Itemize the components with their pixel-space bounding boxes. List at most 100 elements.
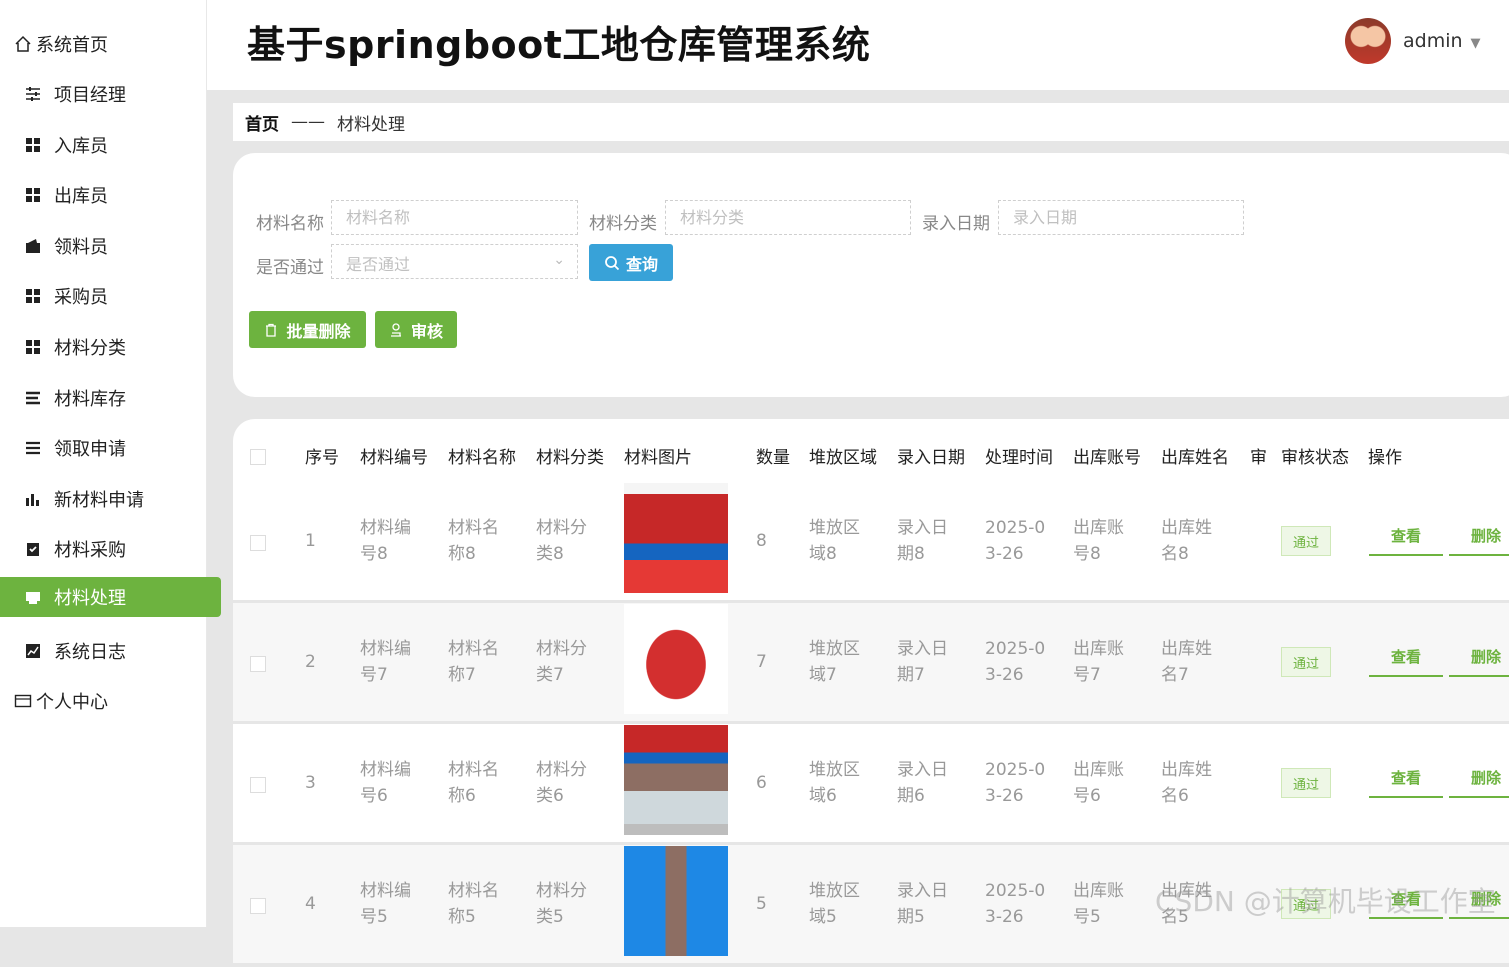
sidebar-item-label: 材料处理 (54, 588, 126, 609)
table-row: 1 材料编 号8 材料名 称8 材料分 类8 8 堆放区 域8 录入日 期8 2025-0… (233, 482, 1509, 604)
entry-date-input[interactable] (998, 200, 1244, 235)
sidebar-item-material-purchase[interactable]: 材料采购 (0, 529, 230, 569)
row-time: 2025-0 3-26 (985, 760, 1046, 806)
row-checkbox[interactable] (250, 535, 266, 551)
home-icon (14, 35, 32, 53)
query-button-label: 查询 (625, 254, 658, 274)
caret-down-icon: ▼ (1470, 36, 1481, 51)
status-badge: 通过 (1281, 647, 1331, 677)
header: 基于springboot工地仓库管理系统 admin ▼ (207, 0, 1509, 90)
passed-select[interactable]: 是否通过 ⌄ (331, 244, 578, 279)
user-menu[interactable]: admin ▼ (1403, 30, 1481, 52)
sidebar-item-outbound[interactable]: 出库员 (0, 175, 230, 215)
delete-button[interactable]: 删除 (1449, 637, 1509, 677)
batch-delete-label: 批量删除 (286, 321, 351, 341)
avatar[interactable] (1345, 18, 1391, 64)
material-image[interactable] (624, 725, 728, 835)
row-code: 材料编 号6 (360, 760, 411, 806)
row-quantity: 5 (756, 894, 767, 914)
review-button[interactable]: 审核 (375, 311, 457, 348)
delete-button[interactable]: 删除 (1449, 879, 1509, 919)
row-checkbox[interactable] (250, 656, 266, 672)
batch-delete-button[interactable]: 批量删除 (249, 311, 366, 348)
row-person: 出库姓 名7 (1161, 639, 1212, 685)
view-button[interactable]: 查看 (1369, 637, 1443, 677)
delete-button[interactable]: 删除 (1449, 758, 1509, 798)
row-checkbox[interactable] (250, 898, 266, 914)
row-category: 材料分 类5 (536, 881, 587, 927)
row-name: 材料名 称5 (448, 881, 499, 927)
sidebar-item-label: 入库员 (54, 136, 108, 157)
row-time: 2025-0 3-26 (985, 639, 1046, 685)
material-category-input[interactable] (665, 200, 911, 235)
search-icon (605, 255, 620, 270)
row-account: 出库账 号8 (1073, 518, 1124, 564)
sidebar-item-label: 材料库存 (54, 389, 126, 410)
sidebar-item-label: 材料采购 (54, 540, 126, 561)
sidebar-item-label: 个人中心 (36, 692, 108, 713)
trash-icon (266, 323, 277, 337)
table-header: 材料编号 (360, 448, 428, 468)
sidebar-item-inbound[interactable]: 入库员 (0, 125, 230, 165)
sidebar-item-project-manager[interactable]: 项目经理 (0, 74, 230, 114)
sidebar-item-system-log[interactable]: 系统日志 (0, 631, 230, 671)
bar-chart-icon (24, 490, 42, 508)
row-account: 出库账 号6 (1073, 760, 1124, 806)
row-index: 1 (305, 531, 316, 551)
search-panel: 材料名称 材料分类 录入日期 是否通过 是否通过 ⌄ 查询 批量删除 审核 (233, 153, 1509, 397)
material-image[interactable] (624, 483, 728, 593)
row-code: 材料编 号5 (360, 881, 411, 927)
sidebar-item-new-material-request[interactable]: 新材料申请 (0, 479, 230, 519)
sidebar-item-home[interactable]: 系统首页 (0, 24, 220, 64)
table-header: 材料名称 (448, 448, 516, 468)
sidebar-item-material-stock[interactable]: 材料库存 (0, 378, 230, 418)
passed-label: 是否通过 (256, 258, 324, 278)
status-badge: 通过 (1281, 768, 1331, 798)
table-header: 审 (1250, 448, 1267, 468)
table-header: 出库账号 (1073, 448, 1141, 468)
sidebar-item-label: 新材料申请 (54, 490, 144, 511)
delete-button[interactable]: 删除 (1449, 516, 1509, 556)
row-quantity: 8 (756, 531, 767, 551)
material-name-label: 材料名称 (256, 214, 324, 234)
sidebar-item-label: 领取申请 (54, 439, 126, 460)
table-header: 录入日期 (897, 448, 965, 468)
view-button[interactable]: 查看 (1369, 879, 1443, 919)
breadcrumb-separator: —— (291, 112, 325, 132)
material-image[interactable] (624, 846, 728, 956)
status-badge: 通过 (1281, 889, 1331, 919)
sidebar-item-receive-request[interactable]: 领取申请 (0, 428, 230, 468)
view-button[interactable]: 查看 (1369, 758, 1443, 798)
row-date: 录入日 期5 (897, 881, 948, 927)
stamp-icon (390, 322, 401, 337)
sidebar-item-material-receiver[interactable]: 领料员 (0, 226, 230, 266)
row-area: 堆放区 域8 (809, 518, 860, 564)
sidebar-item-personal-center[interactable]: 个人中心 (0, 681, 220, 721)
row-date: 录入日 期7 (897, 639, 948, 685)
material-image[interactable] (624, 604, 728, 714)
sidebar-item-material-category[interactable]: 材料分类 (0, 327, 230, 367)
sliders-icon (24, 85, 42, 103)
breadcrumb-home[interactable]: 首页 (245, 110, 279, 135)
query-button[interactable]: 查询 (589, 244, 673, 281)
sidebar-item-material-processing[interactable]: 材料处理 (0, 577, 221, 617)
line-chart-icon (24, 642, 42, 660)
material-name-input[interactable] (331, 200, 578, 235)
sidebar-item-purchaser[interactable]: 采购员 (0, 276, 230, 316)
chevron-down-icon: ⌄ (553, 252, 565, 268)
table-row: 4 材料编 号5 材料名 称5 材料分 类5 5 堆放区 域5 录入日 期5 2025-0… (233, 845, 1509, 967)
row-date: 录入日 期8 (897, 518, 948, 564)
row-category: 材料分 类7 (536, 639, 587, 685)
row-name: 材料名 称8 (448, 518, 499, 564)
row-category: 材料分 类6 (536, 760, 587, 806)
row-time: 2025-0 3-26 (985, 881, 1046, 927)
material-category-label: 材料分类 (589, 214, 657, 234)
row-checkbox[interactable] (250, 777, 266, 793)
select-all-checkbox[interactable] (250, 449, 266, 465)
view-button[interactable]: 查看 (1369, 516, 1443, 556)
table-header: 出库姓名 (1161, 448, 1229, 468)
breadcrumb: 首页 —— 材料处理 (233, 103, 1509, 141)
sidebar-item-label: 材料分类 (54, 338, 126, 359)
sidebar-item-label: 出库员 (54, 186, 108, 207)
table-header: 堆放区域 (809, 448, 877, 468)
